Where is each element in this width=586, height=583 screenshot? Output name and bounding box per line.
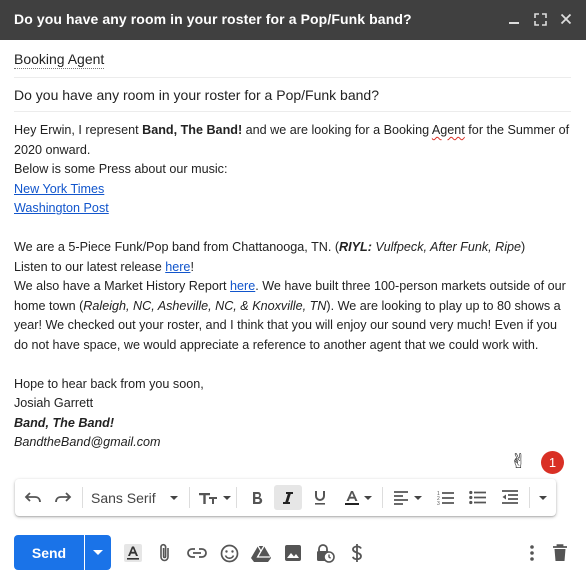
subject-field[interactable]: Do you have any room in your roster for … bbox=[14, 78, 571, 112]
victory-hand-icon[interactable]: ✌ bbox=[510, 450, 527, 474]
window-controls bbox=[506, 11, 574, 27]
closing-line: Hope to hear back from you soon, bbox=[14, 376, 204, 391]
subject-input[interactable]: Do you have any room in your roster for … bbox=[14, 87, 379, 103]
drive-icon[interactable] bbox=[250, 542, 272, 564]
align-icon[interactable] bbox=[389, 485, 425, 510]
font-family-label: Sans Serif bbox=[91, 489, 156, 506]
confidential-icon[interactable] bbox=[314, 542, 336, 564]
font-family-select[interactable]: Sans Serif bbox=[91, 485, 187, 510]
body-line: We are a 5-Piece Funk/Pop band from Chat… bbox=[14, 240, 526, 254]
emoji-icon[interactable] bbox=[218, 542, 240, 564]
bold-icon[interactable] bbox=[246, 485, 268, 510]
signature-name: Josiah Garrett bbox=[14, 396, 94, 410]
formatting-toolbar: Sans Serif 123 bbox=[15, 479, 556, 516]
close-icon[interactable] bbox=[558, 11, 574, 27]
undo-icon[interactable] bbox=[22, 485, 44, 510]
message-body[interactable]: Hey Erwin, I represent Band, The Band! a… bbox=[14, 121, 574, 453]
band-name: Band, The Band! bbox=[142, 123, 243, 137]
italic-icon[interactable] bbox=[274, 485, 302, 510]
more-options-icon[interactable] bbox=[521, 542, 543, 564]
attach-icon[interactable] bbox=[154, 542, 176, 564]
link-icon[interactable] bbox=[186, 542, 208, 564]
compose-title: Do you have any room in your roster for … bbox=[14, 11, 412, 27]
send-button[interactable]: Send bbox=[14, 535, 84, 570]
compose-actions: Send bbox=[0, 532, 586, 572]
body-line: Listen to our latest release here! bbox=[14, 259, 194, 274]
recipients-field[interactable]: Booking Agent bbox=[14, 40, 571, 78]
underline-icon[interactable] bbox=[309, 485, 331, 510]
market-report-link[interactable]: here bbox=[230, 279, 255, 293]
fullscreen-icon[interactable] bbox=[532, 11, 548, 27]
text-color-icon[interactable] bbox=[341, 485, 375, 510]
redo-icon[interactable] bbox=[52, 485, 74, 510]
photo-icon[interactable] bbox=[282, 542, 304, 564]
release-link[interactable]: here bbox=[165, 260, 190, 274]
signature-band: Band, The Band! bbox=[14, 415, 115, 430]
signature-email: BandtheBand@gmail.com bbox=[14, 435, 161, 449]
more-formatting-icon[interactable] bbox=[535, 485, 551, 510]
nyt-link[interactable]: New York Times bbox=[14, 182, 104, 196]
numbered-list-icon[interactable]: 123 bbox=[434, 485, 456, 510]
body-line: Below is some Press about our music: bbox=[14, 162, 228, 176]
font-size-icon[interactable] bbox=[197, 485, 231, 510]
discard-icon[interactable] bbox=[549, 542, 571, 564]
svg-text:3: 3 bbox=[437, 501, 440, 505]
body-line: Hey Erwin, I represent Band, The Band! a… bbox=[14, 123, 570, 157]
washington-post-link[interactable]: Washington Post bbox=[14, 201, 109, 215]
spellcheck-word[interactable]: Agent bbox=[432, 123, 465, 137]
body-paragraph: We also have a Market History Report her… bbox=[14, 279, 566, 352]
indent-less-icon[interactable] bbox=[498, 485, 520, 510]
recipient-chip[interactable]: Booking Agent bbox=[14, 51, 105, 69]
compose-header: Do you have any room in your roster for … bbox=[0, 0, 586, 40]
money-icon[interactable] bbox=[346, 542, 368, 564]
bulleted-list-icon[interactable] bbox=[466, 485, 488, 510]
notification-badge[interactable]: 1 bbox=[541, 451, 564, 474]
minimize-icon[interactable] bbox=[506, 11, 522, 27]
schedule-send-dropdown[interactable] bbox=[85, 535, 111, 570]
formatting-options-icon[interactable] bbox=[122, 542, 144, 564]
